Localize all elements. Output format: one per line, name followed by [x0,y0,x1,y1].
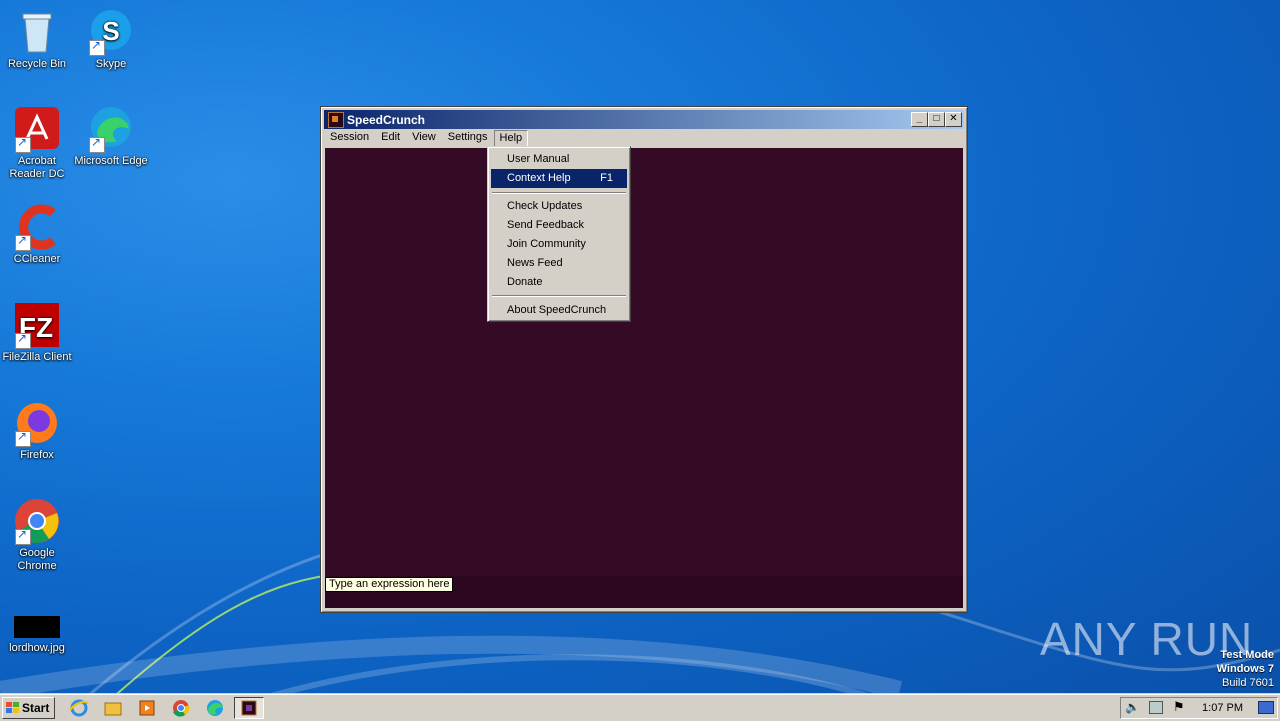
menu-separator [492,192,626,194]
close-button[interactable]: ✕ [945,112,962,127]
volume-icon[interactable]: 🔈 [1125,700,1140,714]
menu-edit[interactable]: Edit [375,129,406,147]
desktop-icon-label: lordhow.jpg [9,642,65,654]
window-title: SpeedCrunch [347,112,426,127]
menu-item-label: Check Updates [507,200,583,212]
start-button[interactable]: Start [2,697,55,719]
desktop-icon-label: Skype [95,58,127,70]
desktop-icon-firefox[interactable]: Firefox [0,399,74,462]
build-line: Build 7601 [1222,677,1274,689]
desktop-icon-edge[interactable]: Microsoft Edge [74,105,148,168]
desktop-icon-label: Firefox [20,449,54,461]
edge-taskbar-icon[interactable] [204,698,226,718]
ccleaner-icon [13,203,61,251]
system-tray: 🔈 ⚑ 1:07 PM [1120,697,1278,719]
menu-item-label: Join Community [507,238,586,250]
window-titlebar[interactable]: SpeedCrunch _ □ ✕ [324,110,964,129]
menu-settings[interactable]: Settings [442,129,494,147]
desktop-icon-recycle-bin[interactable]: Recycle Bin [0,8,74,71]
speedcrunch-app-icon [328,111,344,128]
shortcut-arrow-icon [15,234,31,251]
menu-separator [492,295,626,297]
maximize-button[interactable]: □ [928,112,945,127]
menu-item-label: About SpeedCrunch [507,304,607,316]
speedcrunch-window: SpeedCrunch _ □ ✕ Session Edit View Sett… [320,106,968,613]
recycle-bin-icon [13,8,61,56]
shortcut-arrow-icon [15,430,31,447]
menu-item-label: User Manual [507,153,570,165]
firefox-icon [13,399,61,447]
desktop-icon-chrome[interactable]: Google Chrome [0,497,74,573]
chrome-icon [13,497,61,545]
acrobat-reader-icon [13,105,61,153]
menu-item-label: Send Feedback [507,219,585,231]
shortcut-arrow-icon [15,528,31,545]
menu-item-label: Context Help [507,172,571,184]
menu-item-join-community[interactable]: Join Community [491,235,627,254]
desktop-icon-label: FileZilla Client [2,351,72,363]
menu-item-context-help[interactable]: Context Help F1 [491,169,627,188]
menu-session[interactable]: Session [324,129,375,147]
shortcut-arrow-icon [89,136,105,153]
desktop-icon-ccleaner[interactable]: CCleaner [0,203,74,266]
skype-icon: S [87,8,135,56]
menu-item-send-feedback[interactable]: Send Feedback [491,216,627,235]
desktop-icon-filezilla[interactable]: FZ FileZilla Client [0,301,74,364]
desktop-icon-label: Recycle Bin [7,58,67,70]
help-menu-dropdown: User Manual Context Help F1 Check Update… [487,146,631,322]
desktop-icon-lordhow[interactable]: lordhow.jpg [0,610,74,655]
explorer-taskbar-icon[interactable] [102,698,124,718]
menu-view[interactable]: View [406,129,442,147]
chrome-taskbar-icon[interactable] [170,698,192,718]
menu-item-donate[interactable]: Donate [491,273,627,292]
image-file-icon [13,610,61,640]
shortcut-arrow-icon [15,332,31,349]
speedcrunch-taskbar-icon[interactable] [234,697,264,719]
network-icon[interactable] [1149,701,1163,714]
menu-item-check-updates[interactable]: Check Updates [491,197,627,216]
start-label: Start [22,701,50,715]
filezilla-icon: FZ [13,301,61,349]
show-desktop-icon[interactable] [1258,701,1274,714]
minimize-button[interactable]: _ [911,112,928,127]
test-mode-line: Test Mode [1220,649,1274,661]
expression-hint-tooltip: Type an expression here [325,577,454,592]
media-player-taskbar-icon[interactable] [136,698,158,718]
desktop-icon-acrobat[interactable]: Acrobat Reader DC [0,105,74,181]
desktop-icon-label: CCleaner [13,253,61,265]
menu-item-label: Donate [507,276,543,288]
desktop-icon-label: Microsoft Edge [74,155,148,167]
os-version-line: Windows 7 [1216,663,1274,675]
edge-icon [87,105,135,153]
result-display: Type an expression here [325,148,963,608]
menu-bar: Session Edit View Settings Help [324,129,964,149]
menu-item-about[interactable]: About SpeedCrunch [491,301,627,320]
menu-item-label: News Feed [507,257,563,269]
shortcut-arrow-icon [89,39,105,56]
menu-item-shortcut: F1 [600,172,613,184]
taskbar-clock[interactable]: 1:07 PM [1202,702,1243,714]
internet-explorer-taskbar-icon[interactable] [68,698,90,718]
taskbar: Start 🔈 ⚑ 1:07 PM [0,694,1280,721]
menu-item-news-feed[interactable]: News Feed [491,254,627,273]
shortcut-arrow-icon [15,136,31,153]
menu-item-user-manual[interactable]: User Manual [491,150,627,169]
desktop-icon-label: Google Chrome [17,547,57,572]
test-mode-notice: Test Mode Windows 7 Build 7601 [1217,648,1274,690]
desktop-icon-label: Acrobat Reader DC [9,155,65,180]
windows-logo-icon [6,702,20,714]
desktop-icon-skype[interactable]: S Skype [74,8,148,71]
action-center-flag-icon[interactable]: ⚑ [1173,699,1185,715]
